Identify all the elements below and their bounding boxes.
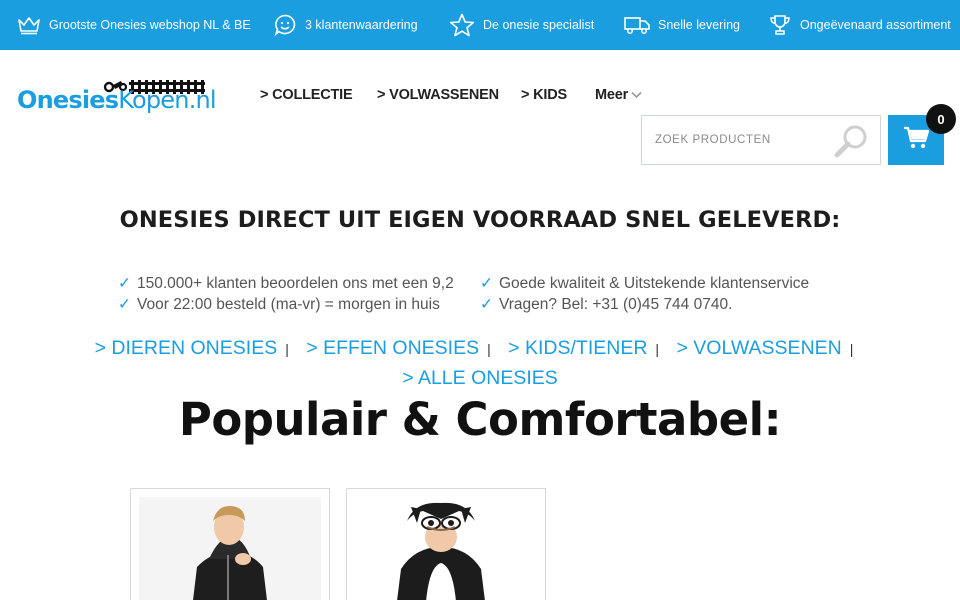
product-image[interactable] xyxy=(355,497,537,600)
trophy-icon xyxy=(768,13,792,37)
nav-meer[interactable]: Meer xyxy=(595,87,642,103)
link-separator: | xyxy=(849,341,854,357)
check-icon: ✓ xyxy=(118,296,131,313)
check-icon: ✓ xyxy=(480,296,493,313)
nav-label: > KIDS xyxy=(521,87,567,103)
usp-list-item: ✓ Vragen? Bel: +31 (0)45 744 0740. xyxy=(480,294,809,315)
site-logo[interactable]: OnesiesKopen.nl xyxy=(17,74,217,124)
logo-text: OnesiesKopen.nl xyxy=(17,86,217,114)
search-box xyxy=(641,115,881,165)
link-effen-onesies[interactable]: > EFFEN ONESIES xyxy=(306,337,479,359)
usp-text: 3 klantenwaardering xyxy=(305,18,418,32)
check-icon: ✓ xyxy=(118,275,131,292)
link-separator: | xyxy=(487,341,491,357)
smiley-icon xyxy=(273,13,297,37)
link-kids-tiener[interactable]: > KIDS/TIENER xyxy=(508,337,647,359)
check-icon: ✓ xyxy=(480,275,493,292)
crown-icon xyxy=(17,15,41,35)
link-volwassenen[interactable]: > VOLWASSENEN xyxy=(676,337,841,359)
nav-collectie[interactable]: > COLLECTIE xyxy=(260,87,353,103)
search-icon[interactable] xyxy=(833,122,871,165)
link-alle-onesies[interactable]: > ALLE ONESIES xyxy=(402,367,558,389)
usp-list-text: Voor 22:00 besteld (ma-vr) = morgen in h… xyxy=(137,296,440,313)
usp-list-item: ✓ 150.000+ klanten beoordelen ons met een… xyxy=(118,273,454,294)
cart-icon xyxy=(903,126,930,155)
usp-item-specialist: De onesie specialist xyxy=(449,0,594,50)
truck-icon xyxy=(624,15,650,35)
logo-text-part1: Onesies xyxy=(17,86,119,114)
link-dieren-onesies[interactable]: > DIEREN ONESIES xyxy=(95,337,278,359)
usp-item-webshop: Grootste Onesies webshop NL & BE xyxy=(17,0,251,50)
nav-volwassenen[interactable]: > VOLWASSENEN xyxy=(377,87,499,103)
product-card[interactable] xyxy=(130,488,330,600)
section-title: Populair & Comfortabel: xyxy=(178,393,782,446)
usp-list-text: Vragen? Bel: +31 (0)45 744 0740. xyxy=(499,296,733,313)
nav-kids[interactable]: > KIDS xyxy=(521,87,567,103)
usp-list-left: ✓ 150.000+ klanten beoordelen ons met een… xyxy=(118,273,454,315)
link-separator: | xyxy=(655,341,660,357)
usp-list-right: ✓ Goede kwaliteit & Uitstekende klantense… xyxy=(480,273,809,315)
nav-label: > VOLWASSENEN xyxy=(377,87,499,103)
usp-text: Snelle levering xyxy=(658,18,740,32)
product-image[interactable] xyxy=(139,497,321,600)
star-icon xyxy=(449,13,475,38)
search-input[interactable] xyxy=(642,116,832,164)
usp-text: Ongeëvenaard assortiment xyxy=(800,18,951,32)
nav-label: > COLLECTIE xyxy=(260,87,353,103)
intro-headline: ONESIES DIRECT UIT EIGEN VOORRAAD SNEL G… xyxy=(119,207,841,233)
usp-text: De onesie specialist xyxy=(483,18,595,32)
product-card[interactable] xyxy=(346,488,546,600)
usp-text: Grootste Onesies webshop NL & BE xyxy=(49,18,251,32)
usp-list-item: ✓ Goede kwaliteit & Uitstekende klantense… xyxy=(480,273,809,294)
logo-text-part2: Kopen.nl xyxy=(118,86,216,114)
usp-item-delivery: Snelle levering xyxy=(624,0,740,50)
usp-item-assortment: Ongeëvenaard assortiment xyxy=(768,0,951,50)
link-separator: | xyxy=(285,341,289,357)
usp-list-item: ✓ Voor 22:00 besteld (ma-vr) = morgen in … xyxy=(118,294,454,315)
usp-item-rating: 3 klantenwaardering xyxy=(273,0,418,50)
usp-list-text: 150.000+ klanten beoordelen ons met een … xyxy=(137,275,454,292)
nav-label: Meer xyxy=(595,87,629,103)
category-links: > DIEREN ONESIES | > EFFEN ONESIES | > KID… xyxy=(0,334,960,393)
chevron-down-icon xyxy=(631,87,642,103)
cart-count-badge: 0 xyxy=(926,104,956,134)
usp-bar: Grootste Onesies webshop NL & BE 3 klant… xyxy=(0,0,960,50)
usp-list-text: Goede kwaliteit & Uitstekende klantenser… xyxy=(499,275,810,292)
